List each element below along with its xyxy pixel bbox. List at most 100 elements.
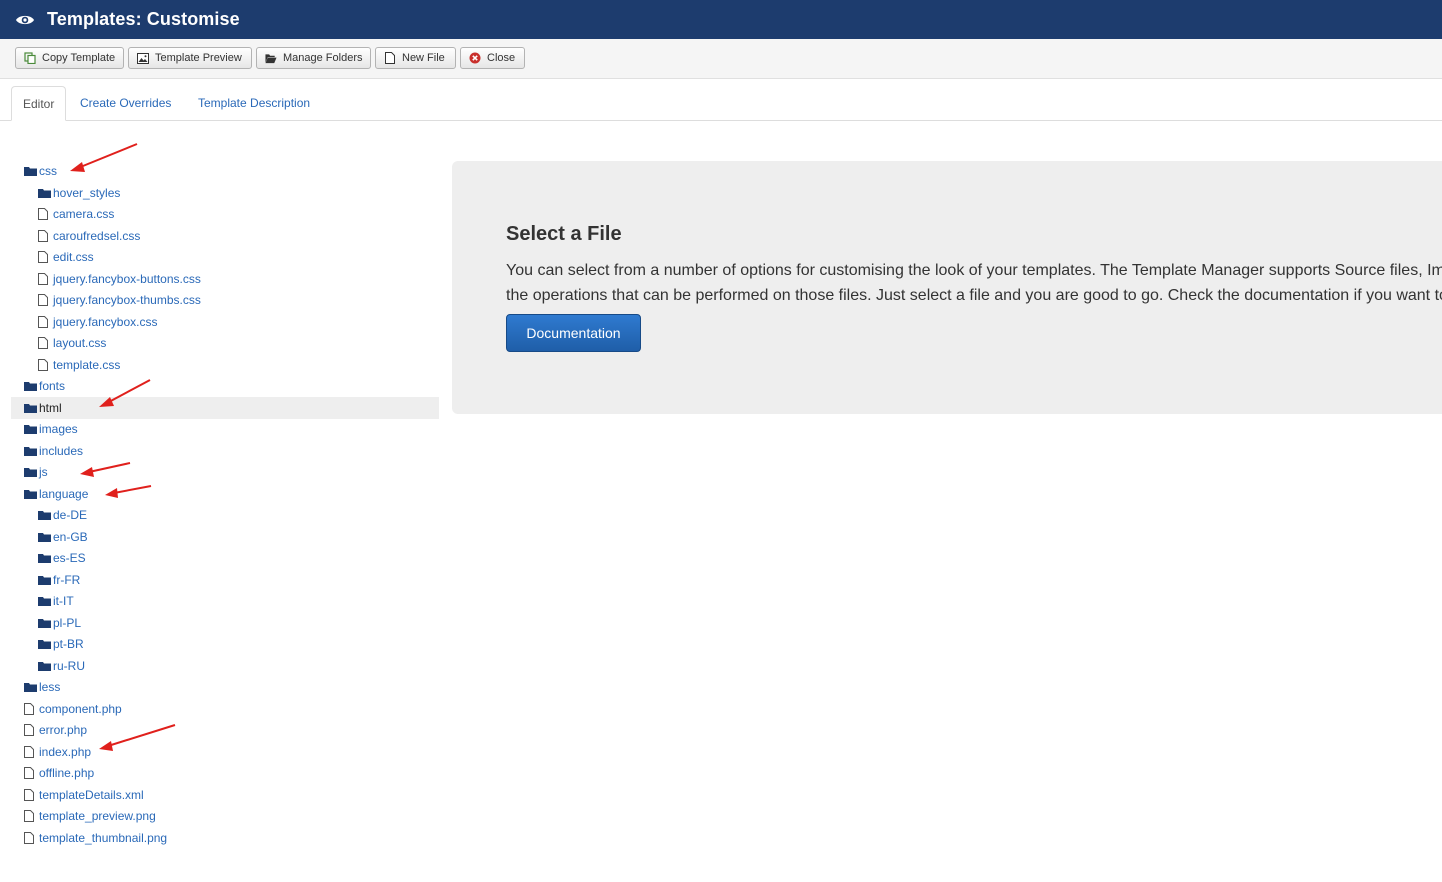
tree-item-label: it-IT xyxy=(53,594,74,608)
tree-item-label: includes xyxy=(39,443,84,458)
tree-item-label: jquery.fancybox-buttons.css xyxy=(53,271,201,286)
template-preview-label: Template Preview xyxy=(155,52,242,64)
file-icon xyxy=(38,294,52,306)
tree-item-pt-br[interactable]: pt-BR xyxy=(38,634,84,654)
tree-item-pl-pl[interactable]: pl-PL xyxy=(38,613,81,633)
tree-item-label: error.php xyxy=(39,723,88,737)
tree-item-fonts[interactable]: fonts xyxy=(24,376,65,396)
file-icon xyxy=(38,358,52,371)
file-icon xyxy=(24,810,38,822)
file-icon xyxy=(24,767,38,779)
documentation-button[interactable]: Documentation xyxy=(506,314,641,352)
tree-item-label: template.css xyxy=(53,357,121,372)
tree-item-label: less xyxy=(39,680,61,694)
tab-template-description[interactable]: Template Description xyxy=(198,86,310,120)
annotation-arrowhead-css xyxy=(70,162,85,172)
tree-item-less[interactable]: less xyxy=(24,677,60,697)
tree-item-es-es[interactable]: es-ES xyxy=(38,548,86,568)
tree-item-label: index.php xyxy=(39,744,92,759)
tree-item-jquery-fancybox-thumbs-css[interactable]: jquery.fancybox-thumbs.css xyxy=(38,290,201,310)
file-icon xyxy=(38,315,52,328)
tree-item-language[interactable]: language xyxy=(24,484,88,504)
tree-item-label: camera.css xyxy=(53,207,115,221)
tree-item-label: template_preview.png xyxy=(39,809,156,823)
tree-item-label: de-DE xyxy=(53,508,88,522)
folder-icon xyxy=(24,466,38,478)
file-icon xyxy=(38,337,52,349)
annotation-arrowhead-language xyxy=(105,488,118,498)
folder-icon xyxy=(24,681,38,693)
annotation-arrow-language xyxy=(113,485,152,494)
folder-icon xyxy=(38,574,52,586)
tree-item-label: es-ES xyxy=(53,551,86,565)
tree-item-en-gb[interactable]: en-GB xyxy=(38,527,88,547)
tree-item-images[interactable]: images xyxy=(24,419,78,439)
tree-item-component-php[interactable]: component.php xyxy=(24,699,122,719)
tree-item-label: css xyxy=(39,164,57,178)
tree-item-jquery-fancybox-css[interactable]: jquery.fancybox.css xyxy=(38,312,158,332)
copy-template-label: Copy Template xyxy=(42,52,116,64)
tree-item-error-php[interactable]: error.php xyxy=(24,720,87,740)
tree-item-edit-css[interactable]: edit.css xyxy=(38,247,94,267)
manage-folders-button[interactable]: Manage Folders xyxy=(256,47,371,69)
eye-icon xyxy=(15,13,35,27)
tree-item-caroufredsel-css[interactable]: caroufredsel.css xyxy=(38,226,140,246)
folder-icon xyxy=(38,552,52,564)
tab-bar: Editor Create Overrides Template Descrip… xyxy=(0,86,1442,121)
tree-item-js[interactable]: js xyxy=(24,462,48,482)
file-icon xyxy=(38,229,52,242)
tree-item-templatedetails-xml[interactable]: templateDetails.xml xyxy=(24,785,144,805)
tree-item-offline-php[interactable]: offline.php xyxy=(24,763,94,783)
tree-item-includes[interactable]: includes xyxy=(24,441,83,461)
file-icon xyxy=(24,788,38,801)
tree-item-css[interactable]: css xyxy=(24,161,57,181)
tree-item-de-de[interactable]: de-DE xyxy=(38,505,87,525)
panel-heading: Select a File xyxy=(506,223,622,245)
folder-icon xyxy=(38,187,52,199)
tree-item-label: fr-FR xyxy=(53,572,81,587)
tab-create-overrides[interactable]: Create Overrides xyxy=(80,86,171,120)
tree-item-hover-styles[interactable]: hover_styles xyxy=(38,183,120,203)
tree-item-label: language xyxy=(39,486,89,501)
close-button[interactable]: Close xyxy=(460,47,525,69)
folder-open-icon xyxy=(265,52,277,64)
manage-folders-label: Manage Folders xyxy=(283,52,363,64)
tree-item-label: pl-PL xyxy=(53,615,82,630)
copy-icon xyxy=(24,52,36,64)
tree-item-template-preview-png[interactable]: template_preview.png xyxy=(24,806,156,826)
copy-template-button[interactable]: Copy Template xyxy=(15,47,124,69)
image-icon xyxy=(137,52,149,64)
tree-item-fr-fr[interactable]: fr-FR xyxy=(38,570,80,590)
tree-item-template-css[interactable]: template.css xyxy=(38,355,120,375)
select-file-panel: Select a File You can select from a numb… xyxy=(452,161,1442,414)
tree-item-template-thumbnail-png[interactable]: template_thumbnail.png xyxy=(24,828,167,848)
annotation-arrow-js xyxy=(88,462,131,473)
panel-description-line-1: You can select from a number of options … xyxy=(506,262,1442,279)
file-icon xyxy=(384,52,396,64)
tree-item-label: fonts xyxy=(39,379,66,393)
tree-item-label: offline.php xyxy=(39,766,95,780)
file-icon xyxy=(24,702,38,715)
tree-item-camera-css[interactable]: camera.css xyxy=(38,204,114,224)
annotation-arrows xyxy=(70,143,176,751)
template-preview-button[interactable]: Template Preview xyxy=(128,47,252,69)
tree-item-label: js xyxy=(39,465,48,479)
tree-item-layout-css[interactable]: layout.css xyxy=(38,333,106,353)
folder-icon xyxy=(38,531,52,543)
tab-editor[interactable]: Editor xyxy=(11,86,67,121)
folder-icon xyxy=(24,165,38,177)
tree-item-html[interactable]: html xyxy=(24,398,62,418)
folder-icon xyxy=(24,402,38,414)
tree-item-ru-ru[interactable]: ru-RU xyxy=(38,656,85,676)
tree-item-jquery-fancybox-buttons-css[interactable]: jquery.fancybox-buttons.css xyxy=(38,269,201,289)
tree-item-label: caroufredsel.css xyxy=(53,228,141,243)
tree-item-label: en-GB xyxy=(53,529,88,544)
tree-item-label: templateDetails.xml xyxy=(39,787,144,802)
new-file-button[interactable]: New File xyxy=(375,47,456,69)
tree-item-index-php[interactable]: index.php xyxy=(24,742,91,762)
panel-description: You can select from a number of options … xyxy=(506,258,1442,308)
file-icon xyxy=(24,745,38,758)
tree-item-label: jquery.fancybox-thumbs.css xyxy=(53,293,201,307)
tree-item-it-it[interactable]: it-IT xyxy=(38,591,74,611)
file-icon xyxy=(24,724,38,736)
